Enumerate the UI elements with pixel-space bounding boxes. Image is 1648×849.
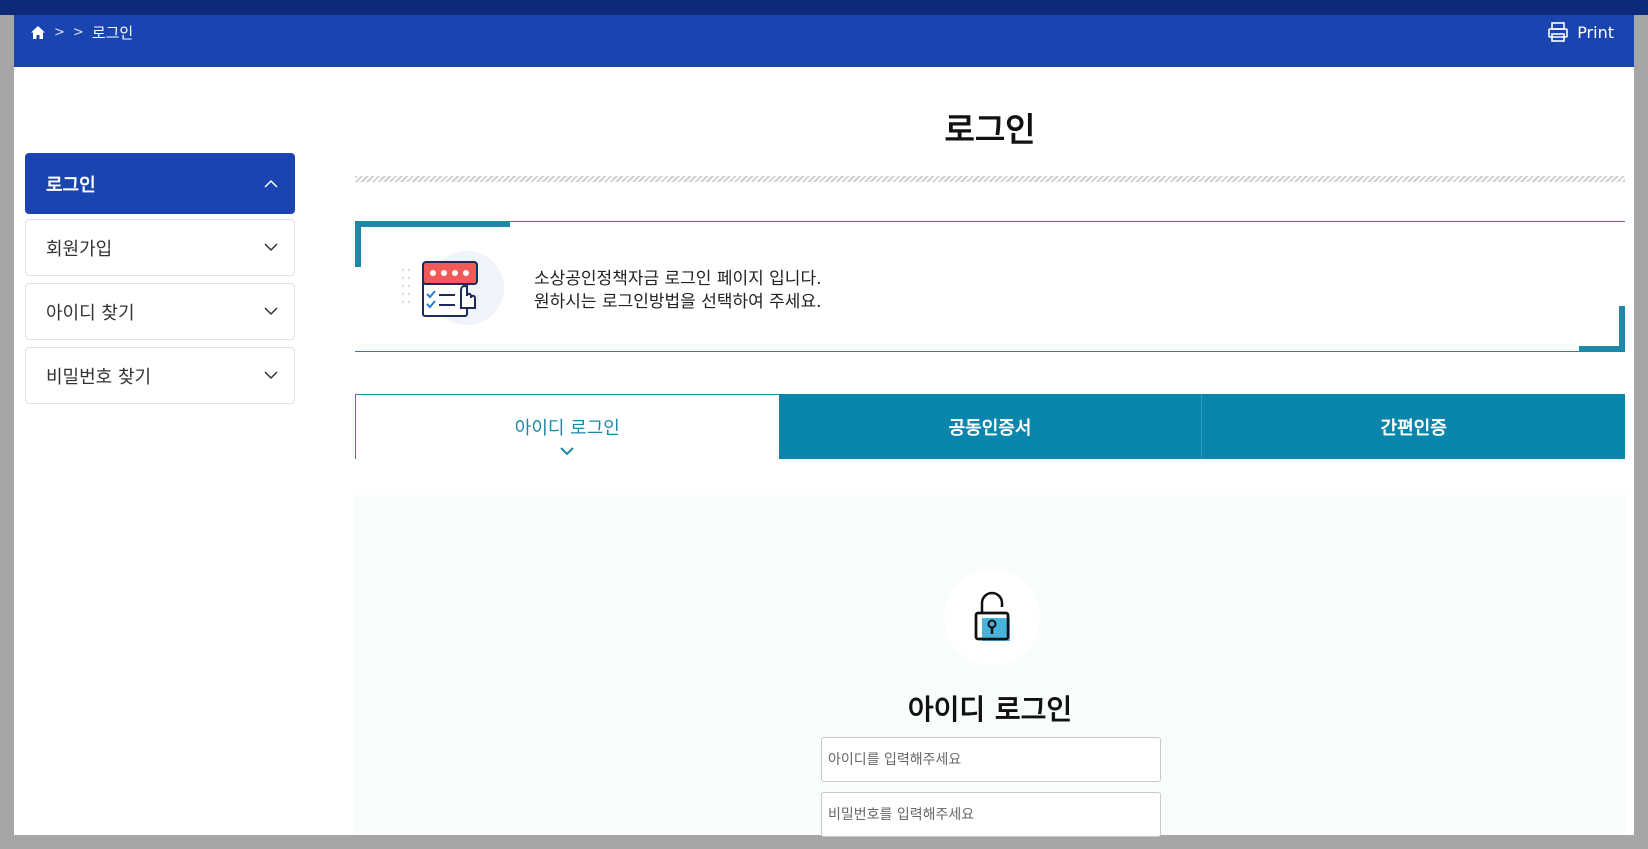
checklist-review-icon [395,250,513,326]
printer-icon [1547,21,1569,43]
tab-label: 간편인증 [1380,417,1447,439]
title-divider [355,176,1625,182]
breadcrumb-separator: > [54,25,65,40]
sidebar-item-label: 회원가입 [46,238,113,260]
sidebar-item-find-password[interactable]: 비밀번호 찾기 [25,347,295,404]
sidebar-item-label: 비밀번호 찾기 [46,366,152,388]
tab-id-login[interactable]: 아이디 로그인 [355,394,779,459]
sidebar-item-label: 아이디 찾기 [46,302,135,324]
print-button[interactable]: Print [1547,21,1614,43]
lock-icon [944,569,1040,665]
breadcrumb-current[interactable]: 로그인 [92,22,133,43]
intro-line-1: 소상공인정책자금 로그인 페이지 입니다. [534,269,822,289]
id-login-panel: 아이디 로그인 [355,495,1625,837]
intro-box: 소상공인정책자금 로그인 페이지 입니다. 원하시는 로그인방법을 선택하여 주… [355,221,1625,352]
tab-label: 아이디 로그인 [514,418,620,439]
chevron-down-icon [264,371,278,380]
print-label: Print [1577,22,1614,42]
page-title: 로그인 [944,110,1036,149]
tab-joint-certificate[interactable]: 공동인증서 [778,394,1202,459]
chevron-up-icon [264,179,278,188]
corner-accent [355,221,510,227]
sidebar-item-signup[interactable]: 회원가입 [25,219,295,276]
sidebar: 로그인 회원가입 아이디 찾기 비밀번호 찾기 [25,153,295,411]
password-input[interactable] [821,792,1161,837]
sidebar-item-login[interactable]: 로그인 [25,153,295,214]
tab-label: 공동인증서 [948,417,1032,439]
breadcrumb-separator: > [72,25,84,40]
sidebar-item-label: 로그인 [46,174,96,196]
tab-simple-auth[interactable]: 간편인증 [1201,394,1626,459]
corner-accent [355,221,361,267]
user-id-input[interactable] [821,737,1161,782]
login-title: 아이디 로그인 [907,693,1073,726]
header-bar: > > 로그인 Print [14,15,1634,67]
login-method-tabs: 아이디 로그인 공동인증서 간편인증 [355,394,1626,459]
chevron-down-icon [560,440,575,461]
breadcrumb: > > 로그인 [30,22,133,43]
sidebar-item-find-id[interactable]: 아이디 찾기 [25,283,295,340]
top-strip [0,0,1648,15]
page-content: 로그인 회원가입 아이디 찾기 비밀번호 찾기 로그인 소상공인정책자금 로그인… [14,67,1634,837]
corner-accent [1619,306,1625,352]
intro-text: 소상공인정책자금 로그인 페이지 입니다. 원하시는 로그인방법을 선택하여 주… [534,268,822,314]
intro-line-2: 원하시는 로그인방법을 선택하여 주세요. [534,292,822,312]
chevron-down-icon [264,307,278,316]
home-icon[interactable] [30,25,46,40]
chevron-down-icon [264,243,278,252]
